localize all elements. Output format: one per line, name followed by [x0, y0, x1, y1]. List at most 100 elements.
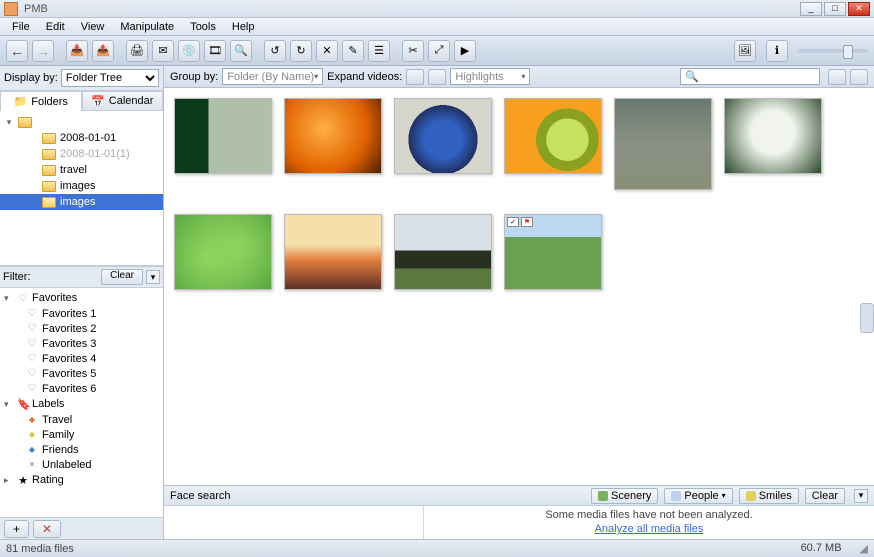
thumbnail[interactable]: [394, 214, 492, 290]
menu-edit[interactable]: Edit: [38, 19, 73, 35]
minimize-button[interactable]: _: [800, 2, 822, 16]
analyze-link[interactable]: Analyze all media files: [432, 523, 866, 535]
heart-icon: [26, 353, 38, 364]
search-tool-button[interactable]: 🔍: [230, 40, 252, 62]
favorites-heading: Favorites: [32, 292, 77, 304]
label-item[interactable]: Travel: [0, 412, 163, 427]
tree-item[interactable]: travel: [0, 162, 163, 178]
tree-root[interactable]: ▾: [0, 114, 163, 130]
thumbnail[interactable]: [174, 98, 272, 174]
menu-file[interactable]: File: [4, 19, 38, 35]
thumbnail[interactable]: [504, 98, 602, 174]
forward-button[interactable]: [32, 40, 54, 62]
search-input[interactable]: 🔍: [680, 68, 820, 85]
tab-folders[interactable]: 📁 Folders: [0, 91, 82, 111]
labels-section[interactable]: ▾🔖 Labels: [0, 396, 163, 412]
filter-collapse-button[interactable]: ▾: [146, 270, 160, 284]
menu-view[interactable]: View: [73, 19, 113, 35]
thumbnail[interactable]: ✓ ⚑: [504, 214, 602, 290]
info-button[interactable]: ℹ: [766, 40, 788, 62]
tree-item[interactable]: 2008-01-01(1): [0, 146, 163, 162]
tab-folders-label: Folders: [31, 96, 68, 108]
favorite-label: Favorites 2: [42, 323, 96, 335]
filter-button[interactable]: ☰: [368, 40, 390, 62]
close-button[interactable]: ✕: [848, 2, 870, 16]
favorite-item[interactable]: Favorites 4: [0, 351, 163, 366]
folder-icon: [42, 181, 56, 192]
scenery-button[interactable]: Scenery: [591, 488, 658, 504]
menu-manipulate[interactable]: Manipulate: [112, 19, 182, 35]
rating-heading: Rating: [32, 474, 64, 486]
face-collapse-button[interactable]: ▾: [854, 489, 868, 503]
smiles-button[interactable]: Smiles: [739, 488, 799, 504]
favorite-item[interactable]: Favorites 3: [0, 336, 163, 351]
import-button[interactable]: 📥: [66, 40, 88, 62]
tag-icon: [26, 444, 38, 455]
tab-calendar[interactable]: 📅 Calendar: [82, 91, 164, 111]
thumbnail[interactable]: [284, 98, 382, 174]
thumbnail[interactable]: [724, 98, 822, 174]
face-clear-button[interactable]: Clear: [805, 488, 845, 504]
scrollbar-thumb[interactable]: [860, 303, 874, 333]
favorite-item[interactable]: Favorites 1: [0, 306, 163, 321]
view-detail-button[interactable]: [850, 69, 868, 85]
arrow-left-icon: [10, 43, 24, 59]
display-by-select[interactable]: Folder Tree: [61, 69, 159, 87]
group-by-select[interactable]: Folder (By Name)▾: [222, 68, 323, 85]
calendar-icon: 📅: [91, 95, 105, 108]
expand-videos-film-button[interactable]: [406, 69, 424, 85]
add-button[interactable]: +: [4, 520, 29, 538]
face-search-strip: [164, 506, 424, 539]
export-button[interactable]: 📤: [92, 40, 114, 62]
zoom-slider[interactable]: [798, 49, 868, 53]
people-button[interactable]: People▾: [664, 488, 732, 504]
thumbnail[interactable]: [174, 214, 272, 290]
smiles-label: Smiles: [759, 490, 792, 502]
thumbnail[interactable]: [614, 98, 712, 190]
landscape-button[interactable]: 🖼: [734, 40, 756, 62]
label-text: Unlabeled: [42, 459, 92, 471]
tree-item-selected[interactable]: images: [0, 194, 163, 210]
favorite-item[interactable]: Favorites 2: [0, 321, 163, 336]
thumbnail[interactable]: [394, 98, 492, 174]
rotate-ccw-button[interactable]: ↺: [264, 40, 286, 62]
play-button[interactable]: ▶: [454, 40, 476, 62]
labels-heading: Labels: [32, 398, 64, 410]
heart-icon: [26, 308, 38, 319]
view-grid-button[interactable]: [828, 69, 846, 85]
movie-button[interactable]: 🎞: [204, 40, 226, 62]
resize-grip-icon[interactable]: ◢: [860, 542, 868, 555]
highlights-select[interactable]: Highlights▾: [450, 68, 530, 85]
filter-clear-button[interactable]: Clear: [101, 269, 143, 285]
tree-item[interactable]: images: [0, 178, 163, 194]
label-item[interactable]: Family: [0, 427, 163, 442]
favorite-item[interactable]: Favorites 6: [0, 381, 163, 396]
rotate-cw-button[interactable]: ↻: [290, 40, 312, 62]
heart-icon: [26, 323, 38, 334]
expand-button[interactable]: ⤢: [428, 40, 450, 62]
delete-button[interactable]: ✕: [316, 40, 338, 62]
expand-videos-frame-button[interactable]: [428, 69, 446, 85]
maximize-button[interactable]: □: [824, 2, 846, 16]
label-item[interactable]: Friends: [0, 442, 163, 457]
crop-button[interactable]: ✂: [402, 40, 424, 62]
tree-item[interactable]: 2008-01-01: [0, 130, 163, 146]
label-text: Friends: [42, 444, 79, 456]
disc-button[interactable]: 💿: [178, 40, 200, 62]
remove-button[interactable]: ✕: [33, 520, 61, 538]
heart-icon: [26, 368, 38, 379]
edit-button[interactable]: ✎: [342, 40, 364, 62]
menu-tools[interactable]: Tools: [182, 19, 224, 35]
favorite-item[interactable]: Favorites 5: [0, 366, 163, 381]
mail-button[interactable]: ✉: [152, 40, 174, 62]
menu-bar: File Edit View Manipulate Tools Help: [0, 18, 874, 36]
label-item[interactable]: Unlabeled: [0, 457, 163, 472]
menu-help[interactable]: Help: [224, 19, 263, 35]
favorite-label: Favorites 4: [42, 353, 96, 365]
thumbnail[interactable]: [284, 214, 382, 290]
print-button[interactable]: 🖨: [126, 40, 148, 62]
rating-section[interactable]: ▸★ Rating: [0, 472, 163, 488]
favorites-section[interactable]: ▾ Favorites: [0, 290, 163, 306]
back-button[interactable]: [6, 40, 28, 62]
group-by-value: Folder (By Name): [227, 71, 314, 83]
